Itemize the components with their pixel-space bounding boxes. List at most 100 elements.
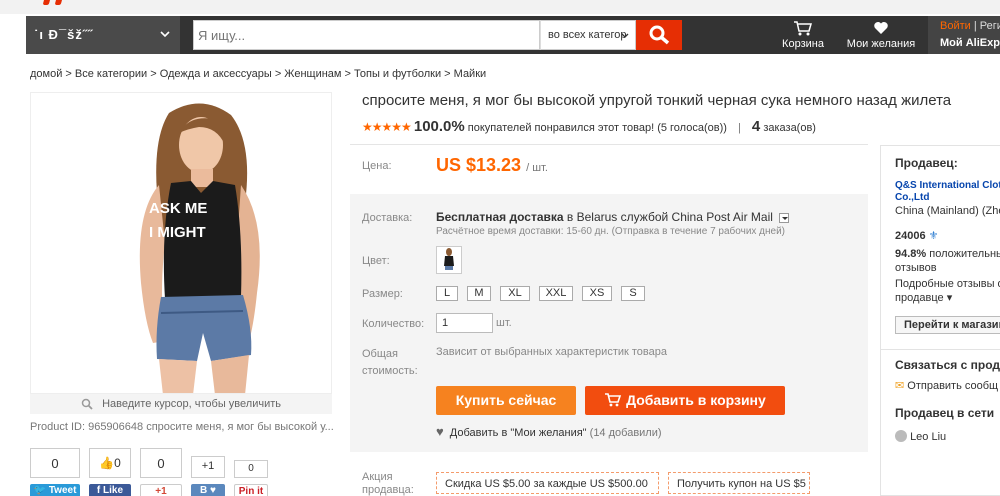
search-field[interactable]: [193, 20, 540, 50]
magnifier-icon: [81, 398, 93, 410]
orders-label: заказа(ов): [763, 122, 816, 134]
search-input[interactable]: [194, 21, 539, 49]
chevron-down-icon: [621, 33, 629, 38]
size-option-m[interactable]: M: [467, 286, 491, 301]
orders-count: 4: [751, 118, 761, 135]
category-menu-button[interactable]: ˙ı Ð¯šž˝˝: [26, 16, 180, 54]
envelope-icon: ✉: [895, 380, 905, 392]
vk-count: +1: [191, 456, 225, 478]
shipping-info: Бесплатная доставка в Belarus службой Ch…: [436, 210, 790, 224]
category-label: ˙ı Ð¯šž˝˝: [34, 27, 94, 42]
size-option-xl[interactable]: XL: [500, 286, 530, 301]
pinterest-button[interactable]: Pin it: [234, 484, 268, 496]
online-heading: Продавец в сети: [895, 406, 995, 420]
go-to-store-button[interactable]: Перейти к магазину: [895, 316, 1000, 334]
store-discount-coupon[interactable]: Скидка US $5.00 за каждые US $500.00: [436, 472, 659, 494]
quantity-label: Количество:: [362, 318, 425, 330]
register-link[interactable]: | Реги: [974, 20, 1000, 32]
twitter-icon: 🐦: [33, 485, 47, 496]
size-option-xs[interactable]: XS: [582, 286, 612, 301]
zoom-hint-text: Наведите курсор, чтобы увеличить: [102, 398, 281, 410]
gplus-button[interactable]: +1: [140, 484, 182, 496]
pinterest-count: 0: [234, 460, 268, 478]
seller-contact-panel: Связаться с прод ✉ Отправить сообщ Прода…: [880, 348, 1000, 496]
size-option-xxl[interactable]: XXL: [539, 286, 573, 301]
rating-percent: 100.0%: [413, 118, 465, 135]
medal-icon: ⚜: [928, 230, 939, 242]
add-to-cart-button[interactable]: Добавить в корзину: [585, 386, 785, 415]
search-icon: [649, 25, 670, 45]
color-label: Цвет:: [362, 255, 390, 267]
search-category-value: во всех категор: [548, 29, 627, 41]
account-box: Войти | Реги Мой AliExpre: [928, 16, 1000, 54]
tweet-button[interactable]: 🐦 Tweet: [30, 484, 80, 496]
heart-icon: ♥: [436, 424, 444, 439]
facebook-icon: f: [96, 485, 101, 496]
promo-label: Акция продавца:: [362, 471, 414, 496]
breadcrumb[interactable]: домой > Все категории > Одежда и аксессу…: [30, 68, 486, 80]
seller-score: 24006: [895, 230, 926, 242]
size-label: Размер:: [362, 288, 403, 300]
color-swatch-image: [444, 248, 454, 270]
total-label: Общая стоимость:: [362, 348, 418, 377]
add-to-wishlist-link[interactable]: ♥ Добавить в "Мои желания" (14 добавили): [436, 424, 662, 439]
aliexpress-logo[interactable]: [42, 0, 84, 6]
buy-now-button[interactable]: Купить сейчас: [436, 386, 576, 415]
seller-panel: Продавец: Q&S International Clot Co.,Ltd …: [880, 145, 1000, 350]
search-category-select[interactable]: во всех категор: [540, 20, 636, 50]
quantity-input[interactable]: 1: [436, 313, 493, 333]
product-photo: ASK ME I MIGHT: [31, 93, 331, 393]
online-contact[interactable]: Leo Liu: [895, 430, 946, 443]
shipping-method: в Belarus службой China Post Air Mail: [563, 210, 773, 224]
header-bar: ˙ı Ð¯šž˝˝ во всех категор Корзина Мои же…: [0, 14, 1000, 56]
vk-button[interactable]: B ♥: [191, 484, 225, 496]
wishlist-count: (14 добавили): [589, 427, 662, 439]
like-count: 👍0: [89, 448, 131, 478]
shipping-free: Бесплатная доставка: [436, 210, 564, 224]
seller-feedback: 94.8% положительны отзывов: [895, 248, 1000, 274]
tweet-count: 0: [30, 448, 80, 478]
price-block: US $13.23 / шт.: [436, 155, 548, 176]
facebook-like-button[interactable]: f Like: [89, 484, 131, 496]
total-note: Зависит от выбранных характеристик товар…: [436, 346, 667, 358]
shipping-label: Доставка:: [362, 212, 413, 224]
seller-location: China (Mainland) (Zhe: [895, 205, 1000, 217]
seller-detailed-feedback-link[interactable]: Подробные отзывы о продавце ▾: [895, 277, 1000, 305]
cart-link[interactable]: Корзина: [782, 20, 824, 50]
heart-icon: ♥: [210, 485, 216, 496]
send-message-link[interactable]: ✉ Отправить сообщ: [895, 379, 998, 392]
rating-stars: ★★★★★: [362, 120, 412, 134]
quantity-unit: шт.: [496, 317, 512, 329]
zoom-hint: Наведите курсор, чтобы увеличить: [30, 394, 332, 414]
my-account-link[interactable]: Мой AliExpre: [940, 37, 1000, 49]
shirt-text-1: ASK ME: [149, 200, 207, 217]
price-unit: / шт.: [526, 162, 548, 174]
product-main-image[interactable]: ASK ME I MIGHT: [30, 92, 332, 394]
cart-icon: [605, 393, 622, 407]
positive-percent: 94.8%: [895, 248, 927, 260]
wishlist-label: Мои желания: [846, 38, 916, 50]
color-swatch-black[interactable]: [436, 246, 462, 274]
heart-icon: [874, 22, 888, 34]
chat-status-icon: [895, 430, 907, 442]
cart-icon: [794, 21, 812, 36]
size-option-s[interactable]: S: [621, 286, 645, 301]
shirt-text-2: I MIGHT: [149, 224, 206, 241]
gplus-count: 0: [140, 448, 182, 478]
divider: [350, 144, 868, 145]
rating-row: ★★★★★ 100.0% покупателей понравился этот…: [362, 118, 816, 135]
login-link[interactable]: Войти: [940, 20, 971, 32]
search-button[interactable]: [636, 20, 682, 50]
wishlist-link[interactable]: Мои желания: [846, 20, 916, 50]
get-coupon-button[interactable]: Получить купон на US $5: [668, 472, 810, 494]
rating-text[interactable]: покупателей понравился этот товар! (5 го…: [468, 122, 727, 134]
product-id: Product ID: 965906648 спросите меня, я м…: [30, 421, 334, 433]
size-option-l[interactable]: L: [436, 286, 458, 301]
caret-down-icon: ▾: [946, 292, 953, 304]
cart-label: Корзина: [782, 38, 824, 50]
seller-heading: Продавец:: [895, 156, 958, 170]
price-value: US $13.23: [436, 155, 522, 175]
shipping-time: Расчётное время доставки: 15-60 дн. (Отп…: [436, 226, 786, 237]
shipping-dropdown-icon[interactable]: [779, 212, 790, 223]
seller-name[interactable]: Q&S International Clot Co.,Ltd: [895, 179, 1000, 203]
